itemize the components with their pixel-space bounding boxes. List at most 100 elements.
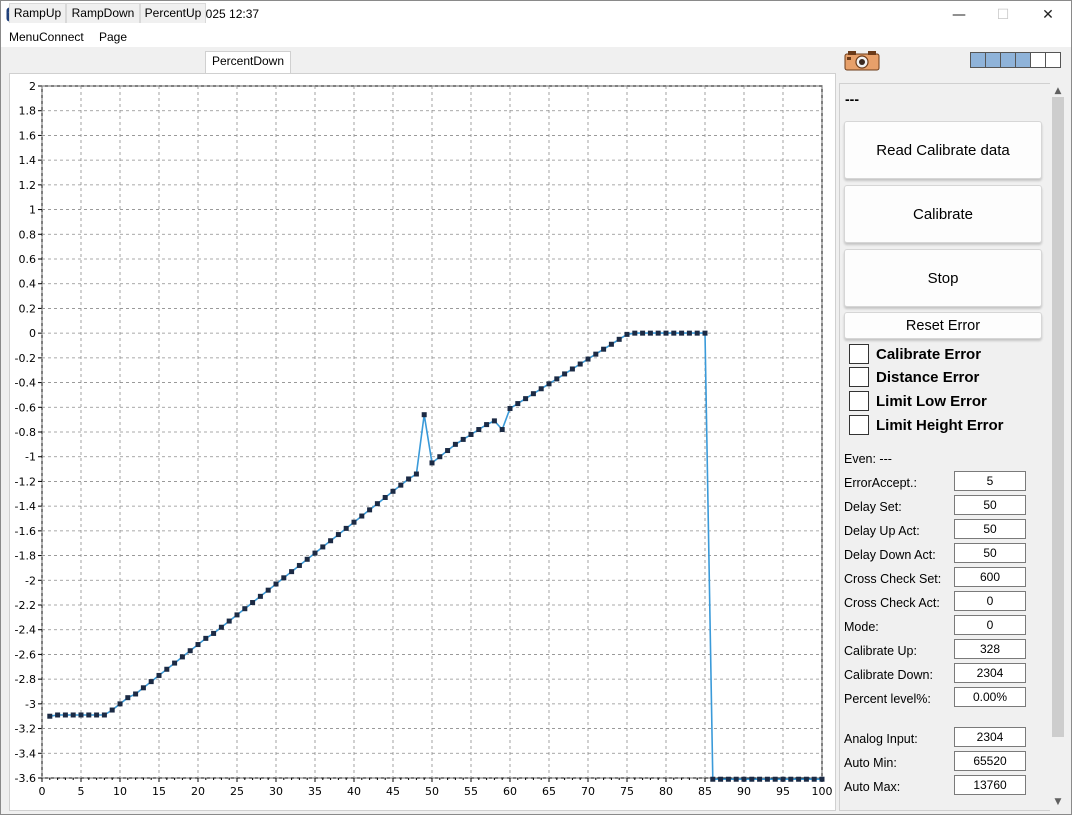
data-point <box>780 776 786 782</box>
scrollbar-thumb[interactable] <box>1052 97 1064 737</box>
data-point <box>741 776 747 782</box>
reset-error-button[interactable]: Reset Error <box>844 312 1042 339</box>
data-point <box>359 513 365 519</box>
x-tick-label: 10 <box>113 785 127 798</box>
data-point <box>538 386 544 392</box>
y-tick-label: 2 <box>29 80 36 93</box>
x-tick-label: 85 <box>698 785 712 798</box>
data-point <box>47 713 53 719</box>
checkbox-box[interactable] <box>849 367 869 387</box>
percent-level-field[interactable]: 0.00% <box>954 687 1026 707</box>
y-tick-label: 1.4 <box>19 154 37 167</box>
calibrate-down-field[interactable]: 2304 <box>954 663 1026 683</box>
data-point <box>413 471 419 477</box>
cross-check-set-field[interactable]: 600 <box>954 567 1026 587</box>
data-point <box>203 635 209 641</box>
data-point <box>647 330 653 336</box>
x-tick-label: 5 <box>78 785 85 798</box>
x-tick-label: 45 <box>386 785 400 798</box>
data-point <box>788 776 794 782</box>
data-point <box>608 341 614 347</box>
data-point <box>265 587 271 593</box>
status-text: --- <box>845 91 859 107</box>
calibrate-error-checkbox[interactable]: Calibrate Error <box>849 343 981 365</box>
data-point <box>640 330 646 336</box>
data-point <box>211 630 217 636</box>
checkbox-box[interactable] <box>849 391 869 411</box>
delay-up-act-field[interactable]: 50 <box>954 519 1026 539</box>
minimize-button[interactable]: — <box>936 1 982 29</box>
data-point <box>367 507 373 513</box>
camera-icon[interactable] <box>844 49 880 71</box>
limit-height-error-checkbox[interactable]: Limit Height Error <box>849 414 1004 436</box>
data-point <box>718 776 724 782</box>
even-label: Even: --- <box>844 452 892 466</box>
y-tick-label: -0.6 <box>15 401 36 414</box>
percent-level-label: Percent level%: <box>844 692 931 706</box>
calibrate-up-field[interactable]: 328 <box>954 639 1026 659</box>
x-tick-label: 35 <box>308 785 322 798</box>
distance-error-checkbox[interactable]: Distance Error <box>849 366 979 388</box>
y-tick-label: 0.8 <box>19 228 37 241</box>
error-accept-field[interactable]: 5 <box>954 471 1026 491</box>
data-point <box>101 712 107 718</box>
delay-down-act-field[interactable]: 50 <box>954 543 1026 563</box>
percent-down-chart: 2 1.8 1.6 1.4 1.2 1 0.8 0.6 0.4 0.2 0 -0.2 -0.4 -0.6 -… <box>15 80 833 798</box>
data-point <box>686 330 692 336</box>
data-point <box>218 624 224 630</box>
x-tick-label: 25 <box>230 785 244 798</box>
data-point <box>164 666 170 672</box>
data-point <box>296 562 302 568</box>
data-point <box>187 648 193 654</box>
x-tick-label: 75 <box>620 785 634 798</box>
data-point <box>70 712 76 718</box>
close-button[interactable]: ✕ <box>1025 1 1071 29</box>
y-tick-label: 0.2 <box>19 302 37 315</box>
read-calibrate-button[interactable]: Read Calibrate data <box>844 121 1042 179</box>
x-tick-label: 80 <box>659 785 673 798</box>
data-point <box>655 330 661 336</box>
x-tick-label: 30 <box>269 785 283 798</box>
indicator-led <box>1015 52 1031 68</box>
calibrate-button[interactable]: Calibrate <box>844 185 1042 243</box>
menu-connect[interactable]: MenuConnect <box>9 29 84 47</box>
y-tick-label: -2.2 <box>15 599 36 612</box>
tab-rampdown[interactable]: RampDown <box>66 3 140 23</box>
data-point <box>569 366 575 372</box>
data-point <box>616 336 622 342</box>
data-point <box>148 679 154 685</box>
cross-check-act-field[interactable]: 0 <box>954 591 1026 611</box>
indicator-led <box>1045 52 1061 68</box>
checkbox-box[interactable] <box>849 415 869 435</box>
data-point <box>624 331 630 337</box>
data-point <box>679 330 685 336</box>
scroll-up-arrow-icon[interactable]: ▲ <box>1050 84 1066 98</box>
data-point <box>725 776 731 782</box>
checkbox-box[interactable] <box>849 344 869 364</box>
auto-max-field[interactable]: 13760 <box>954 775 1026 795</box>
tab-percentup[interactable]: PercentUp <box>140 3 206 23</box>
data-point <box>343 525 349 531</box>
delay-set-label: Delay Set: <box>844 500 902 514</box>
indicator-led <box>970 52 986 68</box>
data-point <box>585 356 591 362</box>
stop-button[interactable]: Stop <box>844 249 1042 307</box>
analog-input-field[interactable]: 2304 <box>954 727 1026 747</box>
y-tick-label: 0 <box>29 327 36 340</box>
tab-rampup[interactable]: RampUp <box>9 3 66 23</box>
tab-percentdown[interactable]: PercentDown <box>205 51 291 73</box>
x-tick-label: 70 <box>581 785 595 798</box>
data-point <box>140 685 146 691</box>
auto-min-field[interactable]: 65520 <box>954 751 1026 771</box>
data-point <box>452 441 458 447</box>
scroll-down-arrow-icon[interactable]: ▼ <box>1050 795 1066 809</box>
delay-set-field[interactable]: 50 <box>954 495 1026 515</box>
y-tick-label: -3.2 <box>15 723 36 736</box>
limit-low-error-checkbox[interactable]: Limit Low Error <box>849 390 987 412</box>
mode-field[interactable]: 0 <box>954 615 1026 635</box>
data-point <box>312 550 318 556</box>
maximize-button[interactable]: ☐ <box>980 1 1026 29</box>
data-point <box>55 712 61 718</box>
menu-page[interactable]: Page <box>99 29 127 47</box>
data-point <box>733 776 739 782</box>
